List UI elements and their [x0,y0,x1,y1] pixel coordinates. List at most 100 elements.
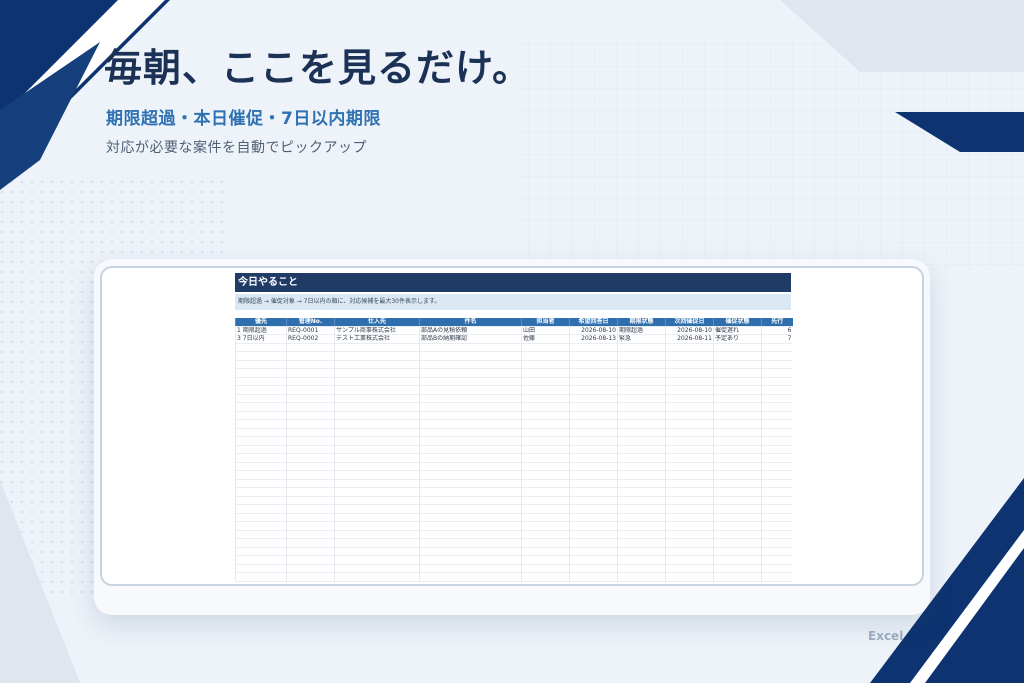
cell-reply-date[interactable]: 2026-08-13 [569,334,618,344]
cell-next-date[interactable]: 2026-08-10 [665,326,714,335]
empty-cell[interactable] [713,513,762,522]
empty-cell[interactable] [419,453,522,463]
empty-cell[interactable] [521,368,570,378]
empty-cell[interactable] [665,343,714,352]
empty-cell[interactable] [419,360,522,369]
empty-cell[interactable] [617,530,666,539]
empty-cell[interactable] [235,394,287,403]
empty-cell[interactable] [617,377,666,386]
column-header-reply-date[interactable]: 希望回答日 [569,318,618,327]
empty-cell[interactable] [334,538,420,548]
empty-cell[interactable] [569,547,618,556]
empty-cell[interactable] [761,521,793,531]
empty-cell[interactable] [334,487,420,497]
empty-cell[interactable] [713,496,762,505]
empty-cell[interactable] [419,343,522,352]
empty-cell[interactable] [334,377,420,386]
empty-cell[interactable] [235,547,287,556]
empty-cell[interactable] [713,479,762,488]
empty-cell[interactable] [286,487,335,497]
empty-cell[interactable] [761,436,793,446]
empty-cell[interactable] [761,445,793,454]
empty-cell[interactable] [521,394,570,403]
empty-cell[interactable] [761,377,793,386]
empty-cell[interactable] [713,368,762,378]
empty-cell[interactable] [665,521,714,531]
empty-cell[interactable] [665,564,714,573]
empty-cell[interactable] [521,445,570,454]
empty-cell[interactable] [419,470,522,480]
empty-cell[interactable] [713,564,762,573]
empty-cell[interactable] [713,394,762,403]
empty-cell[interactable] [617,419,666,429]
empty-cell[interactable] [235,504,287,514]
empty-cell[interactable] [286,462,335,471]
empty-cell[interactable] [521,547,570,556]
empty-cell[interactable] [617,470,666,480]
empty-cell[interactable] [419,436,522,446]
empty-cell[interactable] [286,504,335,514]
empty-cell[interactable] [521,504,570,514]
empty-cell[interactable] [521,351,570,361]
empty-cell[interactable] [419,564,522,573]
column-header-id[interactable]: 管理No. [286,318,335,327]
empty-cell[interactable] [761,343,793,352]
empty-cell[interactable] [521,479,570,488]
empty-cell[interactable] [569,513,618,522]
empty-cell[interactable] [419,479,522,488]
empty-cell[interactable] [235,453,287,463]
cell-reply-date[interactable]: 2026-08-10 [569,326,618,335]
cell-lead[interactable]: 6 [761,326,793,335]
empty-cell[interactable] [419,555,522,565]
empty-cell[interactable] [665,419,714,429]
empty-cell[interactable] [617,343,666,352]
empty-cell[interactable] [235,487,287,497]
empty-cell[interactable] [334,521,420,531]
empty-cell[interactable] [569,479,618,488]
empty-cell[interactable] [713,487,762,497]
empty-cell[interactable] [617,360,666,369]
empty-cell[interactable] [665,547,714,556]
empty-cell[interactable] [419,547,522,556]
empty-cell[interactable] [713,504,762,514]
empty-cell[interactable] [761,419,793,429]
empty-cell[interactable] [617,402,666,412]
empty-cell[interactable] [334,555,420,565]
empty-cell[interactable] [665,487,714,497]
empty-cell[interactable] [419,572,522,582]
empty-cell[interactable] [569,496,618,505]
cell-id[interactable]: REQ-0002 [286,334,335,344]
empty-cell[interactable] [617,479,666,488]
empty-cell[interactable] [569,530,618,539]
empty-cell[interactable] [334,496,420,505]
empty-cell[interactable] [761,368,793,378]
empty-cell[interactable] [235,564,287,573]
empty-cell[interactable] [286,402,335,412]
empty-cell[interactable] [235,572,287,582]
empty-cell[interactable] [521,377,570,386]
empty-cell[interactable] [419,445,522,454]
empty-cell[interactable] [569,351,618,361]
empty-cell[interactable] [334,445,420,454]
empty-cell[interactable] [521,521,570,531]
empty-cell[interactable] [235,411,287,420]
empty-cell[interactable] [665,377,714,386]
empty-cell[interactable] [521,538,570,548]
empty-cell[interactable] [713,547,762,556]
empty-cell[interactable] [713,453,762,463]
empty-cell[interactable] [665,470,714,480]
empty-cell[interactable] [713,428,762,437]
cell-owner[interactable]: 山田 [521,326,570,335]
empty-cell[interactable] [419,538,522,548]
cell-priority[interactable]: 3 7日以内 [235,334,287,344]
empty-cell[interactable] [665,411,714,420]
empty-cell[interactable] [235,368,287,378]
empty-cell[interactable] [419,402,522,412]
empty-cell[interactable] [569,368,618,378]
empty-cell[interactable] [286,555,335,565]
column-header-lead[interactable]: 先行 [761,318,793,327]
empty-cell[interactable] [419,530,522,539]
empty-cell[interactable] [334,479,420,488]
empty-cell[interactable] [569,428,618,437]
empty-cell[interactable] [286,530,335,539]
